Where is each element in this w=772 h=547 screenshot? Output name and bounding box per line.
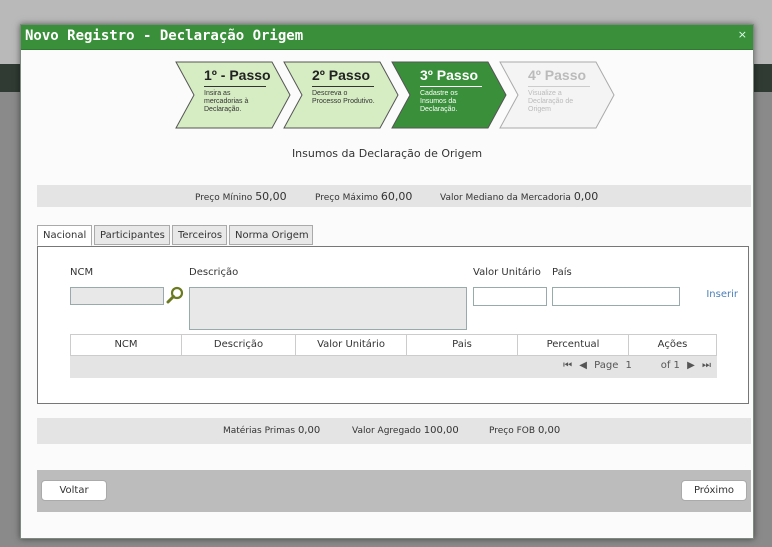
median-price: Valor Mediano da Mercadoria 0,00: [440, 190, 598, 203]
tab-terceiros[interactable]: Terceiros: [172, 225, 227, 245]
first-page-icon[interactable]: ⏮: [563, 360, 572, 371]
step-3-divider: [420, 86, 482, 87]
next-button[interactable]: Próximo: [681, 480, 747, 501]
step-1-desc: Insira as mercadorias à Declaração.: [204, 90, 249, 113]
tab-norma-origem[interactable]: Norma Origem: [229, 225, 313, 245]
search-icon[interactable]: [166, 286, 184, 304]
min-price: Preço Mínino 50,00: [195, 190, 287, 203]
ncm-input[interactable]: [70, 287, 164, 305]
fob-price-total: Preço FOB 0,00: [489, 425, 560, 436]
step-2: 2º Passo Descreva o Processo Produtivo.: [282, 61, 400, 129]
fob-price-value: 0,00: [537, 425, 561, 436]
median-price-value: 0,00: [573, 190, 599, 203]
description-field[interactable]: [189, 287, 467, 330]
max-price-label: Preço Máximo: [315, 193, 379, 203]
added-value-value: 100,00: [423, 425, 459, 436]
dialog-header: Novo Registro - Declaração Origem ×: [21, 25, 753, 50]
last-page-icon[interactable]: ⏭: [702, 360, 711, 371]
page-label: Page: [594, 360, 619, 371]
step-3-title: 3º Passo: [420, 67, 479, 83]
step-2-desc: Descreva o Processo Produtivo.: [312, 90, 375, 105]
tab-nacional[interactable]: Nacional: [37, 225, 92, 246]
items-grid-header: NCM Descrição Valor Unitário Pais Percen…: [70, 334, 717, 356]
dialog-title: Novo Registro - Declaração Origem: [25, 28, 304, 44]
step-2-divider: [312, 86, 374, 87]
tab-panel-nacional: NCM Descrição Valor Unitário País Inseri…: [37, 246, 749, 404]
raw-materials-label: Matérias Primas: [223, 426, 296, 436]
tab-participantes[interactable]: Participantes: [94, 225, 170, 245]
close-icon[interactable]: ×: [738, 28, 747, 41]
step-3: 3º Passo Cadastre os Insumos da Declaraç…: [390, 61, 508, 129]
added-value-label: Valor Agregado: [352, 426, 421, 436]
max-price: Preço Máximo 60,00: [315, 190, 412, 203]
description-label: Descrição: [189, 267, 239, 278]
col-actions[interactable]: Ações: [629, 335, 716, 355]
min-price-value: 50,00: [255, 190, 287, 203]
page-input[interactable]: 1: [625, 360, 654, 371]
page-count: of 1: [660, 360, 680, 371]
step-2-title: 2º Passo: [312, 67, 371, 83]
country-input[interactable]: [552, 287, 680, 306]
unit-value-input[interactable]: [473, 287, 547, 306]
col-description[interactable]: Descrição: [182, 335, 296, 355]
country-label: País: [552, 267, 572, 278]
max-price-value: 60,00: [380, 190, 413, 203]
raw-materials-total: Matérias Primas 0,00: [223, 425, 320, 436]
totals-bar: Matérias Primas 0,00 Valor Agregado 100,…: [37, 418, 751, 444]
step-3-desc: Cadastre os Insumos da Declaração.: [420, 90, 458, 113]
price-summary-bar: Preço Mínino 50,00 Preço Máximo 60,00 Va…: [37, 185, 751, 207]
raw-materials-value: 0,00: [297, 425, 321, 436]
dialog-footer: Voltar Próximo: [37, 470, 751, 512]
new-record-dialog: Novo Registro - Declaração Origem × 1º -…: [20, 24, 754, 539]
insert-link[interactable]: Inserir: [706, 289, 738, 300]
min-price-label: Preço Mínino: [195, 193, 253, 203]
section-title: Insumos da Declaração de Origem: [291, 147, 483, 160]
step-1: 1º - Passo Insira as mercadorias à Decla…: [174, 61, 292, 129]
back-button[interactable]: Voltar: [41, 480, 107, 501]
items-grid-footer: ⏮ ◀ Page 1 of 1 ▶ ⏭: [70, 356, 717, 378]
step-4: 4º Passo Visualize a Declaração de Orige…: [498, 61, 616, 129]
prev-page-icon[interactable]: ◀: [579, 360, 587, 371]
ncm-label: NCM: [70, 267, 94, 278]
step-1-divider: [204, 86, 266, 87]
unit-value-label: Valor Unitário: [473, 267, 541, 278]
col-ncm[interactable]: NCM: [71, 335, 182, 355]
col-unit-value[interactable]: Valor Unitário: [296, 335, 407, 355]
col-country[interactable]: Pais: [407, 335, 518, 355]
step-4-divider: [528, 86, 590, 87]
fob-price-label: Preço FOB: [489, 426, 536, 436]
next-page-icon[interactable]: ▶: [687, 360, 695, 371]
step-1-title: 1º - Passo: [204, 67, 271, 83]
median-price-label: Valor Mediano da Mercadoria: [440, 193, 571, 203]
step-4-desc: Visualize a Declaração de Origem: [528, 90, 574, 113]
step-4-title: 4º Passo: [528, 67, 587, 83]
wizard-steps: 1º - Passo Insira as mercadorias à Decla…: [174, 61, 616, 131]
added-value-total: Valor Agregado 100,00: [352, 425, 459, 436]
pager: ⏮ ◀ Page 1 of 1 ▶ ⏭: [559, 360, 711, 371]
col-percentage[interactable]: Percentual: [518, 335, 629, 355]
